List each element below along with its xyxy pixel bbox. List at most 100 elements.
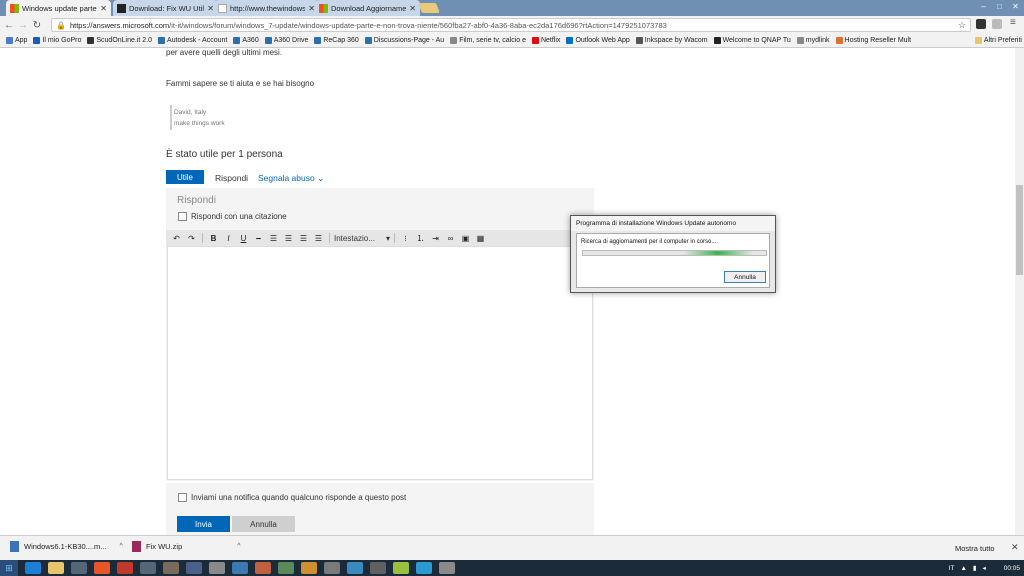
app-icon[interactable] — [117, 562, 133, 574]
bookmark-item[interactable]: Il mio GoPro — [33, 37, 81, 44]
forward-arrow-icon[interactable]: → — [16, 18, 30, 32]
bookmark-item[interactable]: mydlink — [796, 37, 830, 44]
volume-icon[interactable]: ◂ — [982, 564, 985, 572]
explorer-icon[interactable] — [48, 562, 64, 574]
language-indicator[interactable]: IT — [949, 565, 955, 572]
tab-fix-wu[interactable]: Download: Fix WU Utility ✕ — [113, 0, 218, 16]
windows-update-icon[interactable] — [439, 562, 455, 574]
dropdown-arrow-icon: ▾ — [385, 233, 390, 243]
tab-windows-update[interactable]: Windows update parte e ✕ — [6, 0, 111, 16]
underline-icon[interactable]: U — [237, 232, 250, 244]
undo-icon[interactable]: ↶ — [170, 232, 183, 244]
download-item[interactable]: Windows6.1-KB30....m... ^ — [10, 541, 123, 552]
extension-icon[interactable] — [992, 19, 1002, 29]
chevron-up-icon[interactable]: ^ — [120, 543, 123, 550]
app-icon[interactable] — [255, 562, 271, 574]
numbered-list-icon[interactable]: ⒈ — [414, 232, 427, 244]
url-input[interactable]: 🔒 https://answers.microsoft.com /it-it/w… — [51, 18, 971, 32]
bookmark-item[interactable]: ScudOnLine.it 2.0 — [87, 37, 152, 44]
chrome-icon[interactable] — [94, 562, 110, 574]
bookmark-item[interactable]: A360 — [233, 37, 259, 44]
extension-icon[interactable] — [976, 19, 986, 29]
reply-editor-textarea[interactable] — [167, 246, 593, 480]
dialog-cancel-button[interactable]: Annulla — [724, 271, 766, 283]
cancel-button[interactable]: Annulla — [232, 516, 295, 532]
microsoft-logo-icon — [319, 3, 328, 13]
close-download-shelf-icon[interactable]: ✕ — [1011, 542, 1019, 553]
bookmark-item[interactable]: Film, serie tv, calcio e — [450, 37, 526, 44]
back-arrow-icon[interactable]: ← — [2, 18, 16, 32]
align-right-icon[interactable]: ☰ — [297, 232, 310, 244]
signature-tag: make things work — [174, 120, 225, 127]
bookmark-item[interactable]: Discussions-Page - Au — [364, 37, 444, 44]
reply-title: Rispondi — [177, 195, 216, 206]
bookmark-item[interactable]: Netflix — [531, 37, 560, 44]
close-tab-icon[interactable]: ✕ — [207, 4, 214, 13]
chevron-up-icon[interactable]: ^ — [237, 543, 240, 550]
bookmark-item[interactable]: ReCap 360 — [314, 37, 359, 44]
notify-checkbox[interactable] — [178, 493, 187, 502]
bookmark-item[interactable]: Outlook Web App — [566, 37, 630, 44]
report-abuse-link[interactable]: Segnala abuso ⌄ — [258, 173, 324, 184]
bold-icon[interactable]: B — [207, 232, 220, 244]
image-icon[interactable]: ▣ — [459, 232, 472, 244]
media-icon[interactable] — [71, 562, 87, 574]
helpful-button[interactable]: Utile — [166, 170, 204, 184]
close-tab-icon[interactable]: ✕ — [308, 4, 315, 13]
app-icon[interactable] — [301, 562, 317, 574]
close-tab-icon[interactable]: ✕ — [409, 4, 416, 13]
tab-thewindows[interactable]: http://www.thewindows ✕ — [214, 0, 319, 16]
bullet-list-icon[interactable]: ⁝ — [399, 232, 412, 244]
redo-icon[interactable]: ↷ — [185, 232, 198, 244]
network-icon[interactable]: ▮ — [973, 564, 977, 572]
bookmark-item[interactable]: Welcome to QNAP Tu — [713, 37, 791, 44]
app-icon[interactable] — [140, 562, 156, 574]
link-icon[interactable]: ∞ — [444, 232, 457, 244]
clock[interactable]: 00:05 — [1004, 565, 1020, 572]
bookmark-item[interactable]: Autodesk - Account — [158, 37, 227, 44]
app-icon[interactable] — [393, 562, 409, 574]
dialog-title: Programma di installazione Windows Updat… — [571, 216, 775, 231]
skype-icon[interactable] — [416, 562, 432, 574]
star-icon[interactable]: ☆ — [958, 20, 966, 31]
heading-select[interactable]: Intestazio... ▾ — [334, 232, 390, 244]
bookmark-item[interactable]: Inkspace by Wacom — [635, 37, 708, 44]
italic-icon[interactable]: I — [222, 232, 235, 244]
close-window-icon[interactable]: ✕ — [1010, 2, 1021, 12]
app-icon[interactable] — [209, 562, 225, 574]
submit-button[interactable]: Invia — [177, 516, 230, 532]
tab-download-aggiornamenti[interactable]: Download Aggiornamen ✕ — [315, 0, 420, 16]
quote-checkbox[interactable] — [178, 212, 187, 221]
maximize-icon[interactable]: □ — [994, 2, 1005, 12]
ie-icon[interactable] — [25, 562, 41, 574]
start-button-icon[interactable]: ⊞ — [0, 560, 18, 576]
app-icon[interactable] — [347, 562, 363, 574]
scrollbar-thumb[interactable] — [1016, 185, 1023, 275]
app-icon[interactable] — [278, 562, 294, 574]
tray-arrow-icon[interactable]: ▲ — [960, 565, 966, 572]
reply-link[interactable]: Rispondi — [215, 173, 248, 183]
vertical-scrollbar[interactable] — [1015, 48, 1024, 535]
app-icon[interactable] — [370, 562, 386, 574]
app-icon[interactable] — [232, 562, 248, 574]
new-tab-button[interactable] — [418, 3, 440, 13]
download-item[interactable]: Fix WU.zip ^ — [132, 541, 241, 552]
app-icon[interactable] — [324, 562, 340, 574]
bookmark-item[interactable]: A360 Drive — [264, 37, 308, 44]
other-bookmarks[interactable]: Altri Preferiti — [974, 37, 1022, 44]
show-all-downloads[interactable]: Mostra tutto — [955, 544, 995, 553]
menu-icon[interactable]: ≡ — [1010, 17, 1016, 28]
app-icon[interactable] — [186, 562, 202, 574]
justify-icon[interactable]: ☰ — [312, 232, 325, 244]
app-icon[interactable] — [163, 562, 179, 574]
bookmark-item[interactable]: App — [6, 37, 27, 44]
align-left-icon[interactable]: ☰ — [267, 232, 280, 244]
strikethrough-icon[interactable]: – — [252, 232, 265, 244]
bookmark-item[interactable]: Hosting Reseller Mult — [835, 37, 911, 44]
table-icon[interactable]: ▦ — [474, 232, 487, 244]
indent-icon[interactable]: ⇥ — [429, 232, 442, 244]
minimize-icon[interactable]: – — [978, 2, 989, 12]
close-tab-icon[interactable]: ✕ — [100, 4, 107, 13]
align-center-icon[interactable]: ☰ — [282, 232, 295, 244]
reload-icon[interactable]: ↻ — [30, 18, 44, 32]
